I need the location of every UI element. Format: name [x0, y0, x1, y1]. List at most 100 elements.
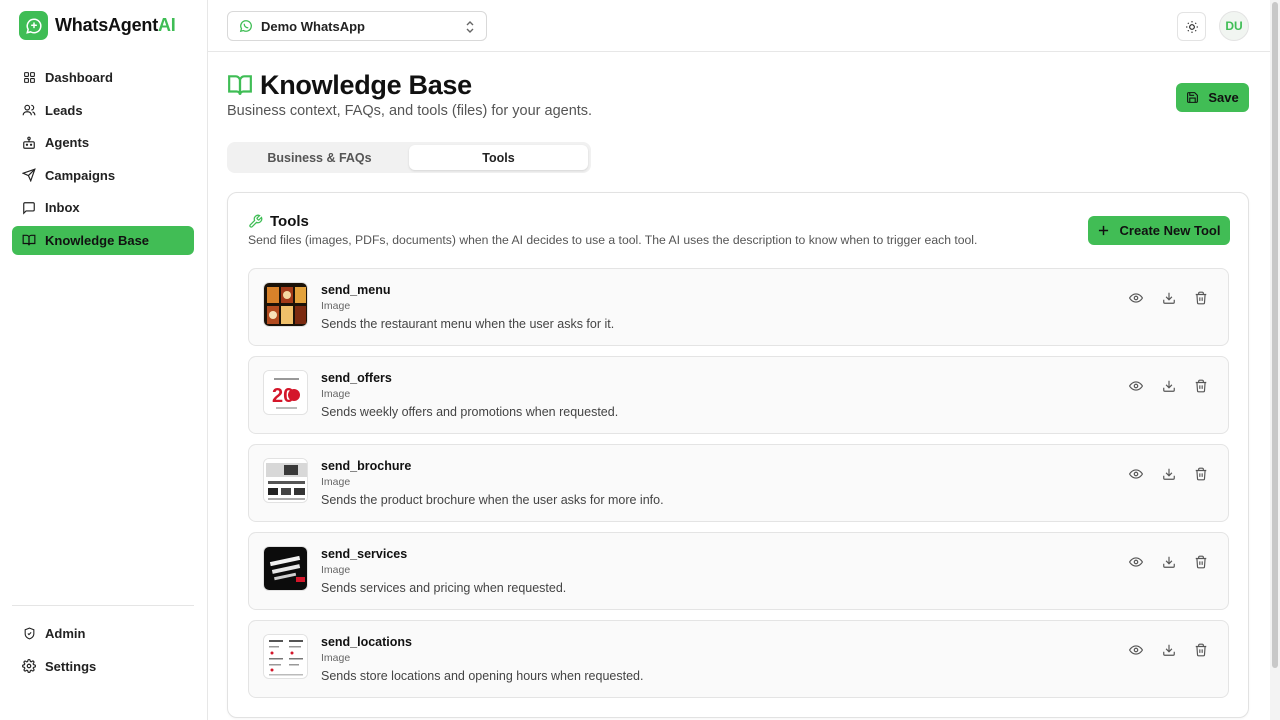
book-icon [227, 72, 253, 98]
chevron-updown-icon [465, 20, 475, 34]
tool-actions [1127, 465, 1225, 483]
brand[interactable]: WhatsAgentAI [19, 11, 176, 40]
tool-type: Image [321, 476, 351, 488]
tools-card-description: Send files (images, PDFs, documents) whe… [248, 233, 978, 247]
dashboard-icon [22, 71, 36, 85]
gear-icon [22, 659, 36, 673]
page-title-text: Knowledge Base [260, 69, 472, 100]
theme-toggle-button[interactable] [1177, 12, 1206, 41]
sidebar-item-inbox[interactable]: Inbox [12, 193, 194, 222]
delete-button[interactable] [1192, 465, 1210, 483]
tools-card: Tools Send files (images, PDFs, document… [227, 192, 1249, 718]
tool-item: 20 send_offers Image Sends weekly offers… [248, 356, 1229, 434]
sidebar-item-label: Settings [45, 658, 97, 674]
preview-button[interactable] [1127, 465, 1145, 483]
tool-description: Sends store locations and opening hours … [321, 669, 644, 683]
preview-button[interactable] [1127, 289, 1145, 307]
tool-type: Image [321, 300, 351, 312]
eye-icon [1129, 379, 1143, 393]
sidebar-item-label: Dashboard [45, 70, 113, 85]
avatar[interactable]: DU [1219, 11, 1249, 41]
tool-type: Image [321, 564, 351, 576]
sidebar-bottom-nav: Admin Settings [12, 605, 194, 684]
tool-thumbnail-image[interactable] [263, 634, 308, 679]
sidebar-item-label: Inbox [45, 200, 80, 215]
whatsapp-icon [239, 19, 253, 33]
delete-button[interactable] [1192, 289, 1210, 307]
create-new-tool-label: Create New Tool [1119, 223, 1221, 238]
tool-actions [1127, 289, 1225, 307]
tool-thumbnail-image[interactable]: 20 [263, 370, 308, 415]
page-header: Knowledge Base Business context, FAQs, a… [227, 68, 593, 120]
sidebar-item-admin[interactable]: Admin [12, 619, 194, 648]
create-new-tool-button[interactable]: Create New Tool [1088, 216, 1230, 245]
account-select[interactable]: Demo WhatsApp [227, 11, 487, 41]
page-subtitle: Business context, FAQs, and tools (files… [227, 103, 593, 119]
tool-description: Sends the product brochure when the user… [321, 493, 664, 507]
tool-type: Image [321, 652, 351, 664]
sun-icon [1185, 20, 1199, 34]
download-icon [1162, 291, 1176, 305]
account-select-value: Demo WhatsApp [261, 18, 365, 34]
tool-name: send_services [321, 547, 408, 561]
eye-icon [1129, 467, 1143, 481]
tool-item: send_locations Image Sends store locatio… [248, 620, 1229, 698]
scrollbar-thumb[interactable] [1272, 2, 1278, 668]
scrollbar[interactable] [1270, 0, 1280, 720]
trash-icon [1194, 555, 1208, 569]
trash-icon [1194, 643, 1208, 657]
tool-thumbnail-image[interactable] [263, 458, 308, 503]
tool-actions [1127, 377, 1225, 395]
delete-button[interactable] [1192, 641, 1210, 659]
download-button[interactable] [1160, 289, 1178, 307]
sidebar-item-settings[interactable]: Settings [12, 652, 194, 681]
tool-item: send_menu Image Sends the restaurant men… [248, 268, 1229, 346]
tool-name: send_offers [321, 371, 392, 385]
eye-icon [1129, 291, 1143, 305]
preview-button[interactable] [1127, 641, 1145, 659]
sidebar-item-dashboard[interactable]: Dashboard [12, 63, 194, 92]
download-icon [1162, 555, 1176, 569]
sidebar: WhatsAgentAI Dashboard Leads Agents Camp… [0, 0, 208, 720]
preview-button[interactable] [1127, 553, 1145, 571]
tool-item: send_brochure Image Sends the product br… [248, 444, 1229, 522]
tool-list: send_menu Image Sends the restaurant men… [248, 268, 1229, 708]
eye-icon [1129, 643, 1143, 657]
brand-name: WhatsAgentAI [55, 15, 176, 35]
tool-thumbnail-image[interactable] [263, 282, 308, 327]
plus-icon [1098, 225, 1109, 236]
tool-name: send_locations [321, 635, 412, 649]
tools-card-title-text: Tools [270, 213, 309, 230]
download-button[interactable] [1160, 553, 1178, 571]
tool-name: send_menu [321, 283, 391, 297]
tab-tools[interactable]: Tools [409, 145, 588, 170]
shield-icon [22, 627, 36, 641]
delete-button[interactable] [1192, 377, 1210, 395]
tool-thumbnail-image[interactable] [263, 546, 308, 591]
trash-icon [1194, 467, 1208, 481]
tools-card-title: Tools [248, 213, 309, 230]
sidebar-item-label: Knowledge Base [45, 232, 150, 248]
page-title: Knowledge Base [227, 68, 592, 102]
tabs: Business & FAQs Tools [227, 142, 591, 173]
sidebar-item-knowledge-base[interactable]: Knowledge Base [12, 225, 194, 255]
tool-actions [1127, 553, 1225, 571]
book-icon [22, 233, 36, 247]
sidebar-item-label: Campaigns [45, 167, 116, 183]
tab-business-faqs[interactable]: Business & FAQs [230, 145, 409, 170]
sidebar-item-campaigns[interactable]: Campaigns [12, 161, 194, 190]
trash-icon [1194, 291, 1208, 305]
download-button[interactable] [1160, 641, 1178, 659]
save-label: Save [1208, 90, 1239, 105]
sidebar-item-label: Leads [45, 102, 83, 118]
download-button[interactable] [1160, 377, 1178, 395]
save-button[interactable]: Save [1176, 83, 1249, 112]
download-button[interactable] [1160, 465, 1178, 483]
tool-type: Image [321, 388, 351, 400]
preview-button[interactable] [1127, 377, 1145, 395]
tool-description: Sends weekly offers and promotions when … [321, 405, 619, 419]
delete-button[interactable] [1192, 553, 1210, 571]
sidebar-item-leads[interactable]: Leads [12, 96, 194, 125]
sidebar-item-agents[interactable]: Agents [12, 128, 194, 157]
save-icon [1186, 91, 1199, 104]
